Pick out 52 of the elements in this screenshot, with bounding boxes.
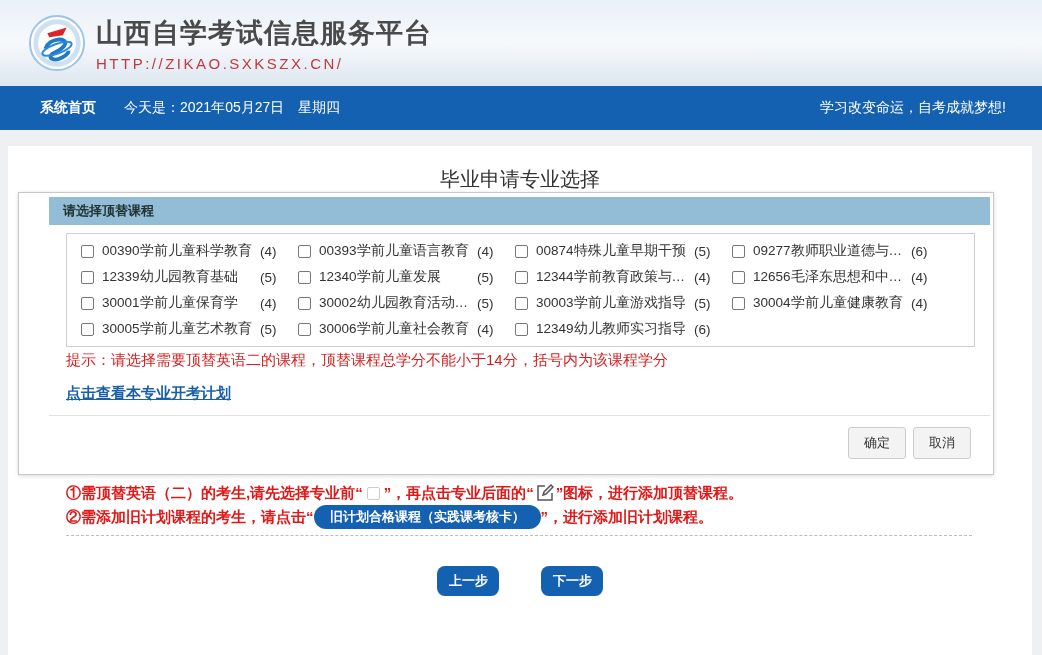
dialog-button[interactable]: 确定	[848, 427, 906, 459]
course-option[interactable]: 00874特殊儿童早期干预 (5)	[515, 241, 732, 261]
step-button[interactable]: 下一步	[541, 566, 603, 596]
course-option[interactable]: 30005学前儿童艺术教育 (5)	[81, 319, 298, 339]
site-url: HTTP://ZIKAO.SXKSZX.CN/	[96, 54, 345, 72]
checkbox[interactable]	[298, 270, 311, 284]
course-option[interactable]: 12340学前儿童发展 (5)	[298, 267, 515, 287]
checkbox[interactable]	[81, 270, 94, 284]
course-option[interactable]: 12339幼儿园教育基础 (5)	[81, 267, 298, 287]
course-option[interactable]: 09277教师职业道德与… (6)	[732, 241, 949, 261]
course-option[interactable]: 00393学前儿童语言教育 (4)	[298, 241, 515, 261]
old-plan-button[interactable]: 旧计划合格课程（实践课考核卡）	[313, 505, 541, 529]
course-option[interactable]: 30001学前儿童保育学 (4)	[81, 293, 298, 313]
instruction-text: ”，再点击专业后面的“	[383, 483, 534, 503]
checkbox[interactable]	[515, 244, 528, 258]
hint-text: 提示：请选择需要顶替英语二的课程，顶替课程总学分不能小于14分，括号内为该课程学分	[66, 351, 669, 370]
instruction-text: ”，进行添加旧计划课程。	[540, 507, 713, 527]
checkbox[interactable]	[81, 244, 94, 258]
checkbox[interactable]	[298, 296, 311, 310]
logo-icon	[28, 14, 86, 72]
checkbox[interactable]	[732, 270, 745, 284]
instruction-text: ①需顶替英语（二）的考生,请先选择专业前“	[66, 483, 363, 503]
dialog-button[interactable]: 取消	[913, 427, 971, 459]
course-option[interactable]: 30002幼儿园教育活动… (5)	[298, 293, 515, 313]
course-option[interactable]: 00390学前儿童科学教育 (4)	[81, 241, 298, 261]
edit-icon	[535, 484, 554, 502]
course-option[interactable]: 12344学前教育政策与… (4)	[515, 267, 732, 287]
checkbox[interactable]	[732, 296, 745, 310]
page-title: 毕业申请专业选择	[439, 167, 601, 192]
checkbox[interactable]	[81, 296, 94, 310]
checkbox[interactable]	[515, 322, 528, 336]
checkbox[interactable]	[732, 244, 745, 258]
instruction-text: ②需添加旧计划课程的考生，请点击“	[66, 507, 314, 527]
course-option[interactable]: 30003学前儿童游戏指导 (5)	[515, 293, 732, 313]
course-option[interactable]: 12656毛泽东思想和中… (4)	[732, 267, 949, 287]
course-option[interactable]: 30004学前儿童健康教育 (4)	[732, 293, 949, 313]
step-button[interactable]: 上一步	[437, 566, 499, 596]
checkbox[interactable]	[515, 270, 528, 284]
plan-link[interactable]: 点击查看本专业开考计划	[66, 384, 231, 403]
instruction-text: ”图标，进行添加顶替课程。	[555, 483, 744, 503]
slogan-text: 学习改变命运，自考成就梦想!	[820, 99, 1006, 117]
home-link[interactable]: 系统首页	[40, 99, 96, 117]
checkbox[interactable]	[298, 322, 311, 336]
site-title: 山西自学考试信息服务平台	[96, 16, 432, 50]
checkbox[interactable]	[81, 322, 94, 336]
date-text: 今天是：2021年05月27日 星期四	[124, 99, 341, 117]
course-option[interactable]: 30006学前儿童社会教育 (4)	[298, 319, 515, 339]
course-option[interactable]: 12349幼儿教师实习指导 (6)	[515, 319, 732, 339]
checkbox-icon	[366, 486, 380, 500]
dialog-title: 请选择顶替课程	[63, 202, 154, 220]
checkbox[interactable]	[515, 296, 528, 310]
checkbox[interactable]	[298, 244, 311, 258]
